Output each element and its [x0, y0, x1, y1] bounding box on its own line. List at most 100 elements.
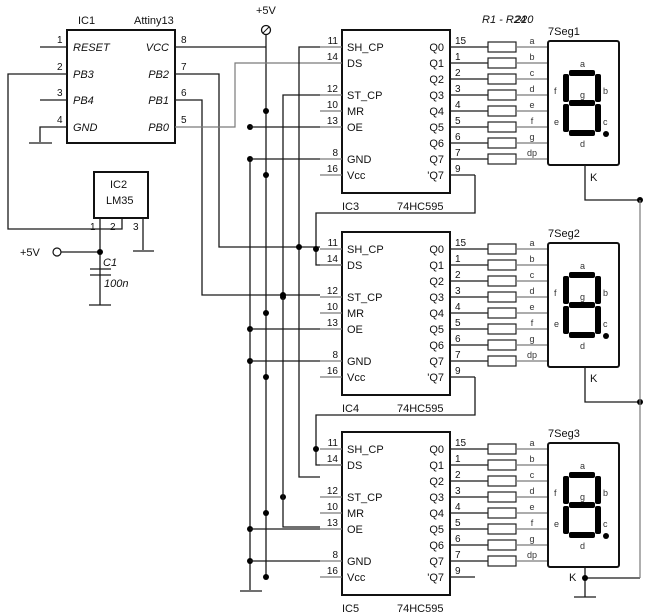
svg-text:a: a	[580, 59, 585, 69]
sr-pin-name: GND	[347, 154, 372, 166]
sr-pin-number: 9	[455, 366, 461, 377]
sr-pin-number: 13	[327, 518, 339, 529]
sr-pin-number: 2	[455, 270, 461, 281]
sr-pin-name: Q7	[429, 556, 444, 568]
resistor-value: 220	[514, 14, 534, 26]
ic1-pin-name: VCC	[146, 42, 169, 54]
sr-pin-name: MR	[347, 308, 364, 320]
sr-pin-number: 2	[455, 68, 461, 79]
sr-pin-name: OE	[347, 324, 363, 336]
sr-pin-name: MR	[347, 106, 364, 118]
ic1-pin-number: 1	[57, 35, 63, 46]
svg-text:c: c	[603, 117, 608, 127]
sr-pin-name: Q2	[429, 276, 444, 288]
svg-text:c: c	[603, 519, 608, 529]
sr-pin-number: 4	[455, 100, 461, 111]
sr-pin-name: GND	[347, 356, 372, 368]
svg-text:g: g	[580, 292, 585, 302]
resistor-icon	[487, 89, 517, 101]
svg-text:g: g	[580, 90, 585, 100]
segment-line-label: d	[529, 84, 534, 94]
sr-pin-number: 10	[327, 502, 339, 513]
sr-pin-name: DS	[347, 260, 362, 272]
resistor-icon	[487, 339, 517, 351]
resistor-icon	[487, 523, 517, 535]
sr-pin-number: 8	[332, 550, 338, 561]
sr-pin-name: Q0	[429, 42, 444, 54]
svg-text:b: b	[603, 86, 608, 96]
resistor-icon	[487, 137, 517, 149]
sr-pin-number: 11	[328, 238, 339, 249]
resistor-icon	[487, 275, 517, 287]
ic1-pin-number: 2	[57, 62, 63, 73]
sr-pin-name: Q5	[429, 524, 444, 536]
ic1-pin-number: 8	[181, 35, 187, 46]
sr-pin-name: Q1	[429, 58, 444, 70]
sr-pin-name: 'Q7	[427, 372, 444, 384]
ic1-pin-name: PB2	[148, 69, 169, 81]
resistor-icon	[487, 355, 517, 367]
resistor-icon	[487, 507, 517, 519]
svg-text:b: b	[603, 488, 608, 498]
k-label-2: K	[590, 373, 598, 385]
segment-line-label: a	[529, 36, 534, 46]
segment-line-label: g	[529, 334, 534, 344]
resistor-icon	[487, 323, 517, 335]
sr-pin-number: 4	[455, 502, 461, 513]
sr-part: 74HC595	[397, 403, 443, 415]
decimal-point-icon	[603, 333, 609, 339]
sr-pin-number: 16	[327, 164, 339, 175]
sr-pin-name: Q2	[429, 476, 444, 488]
resistor-icon	[487, 105, 517, 117]
display-ref: 7Seg3	[548, 428, 580, 440]
sr-pin-name: Q7	[429, 356, 444, 368]
seven-seg-display-1: abcdefgdp7Seg1af bge cd	[487, 26, 643, 203]
segment-line-label: b	[529, 52, 534, 62]
ic1-pin-number: 5	[181, 115, 187, 126]
segment-line-label: e	[529, 502, 534, 512]
sr-pin-number: 15	[455, 438, 467, 449]
ic2-ref: IC2	[110, 179, 127, 191]
svg-text:d: d	[580, 139, 585, 149]
sr-pin-number: 14	[327, 254, 339, 265]
c1-supply-label: +5V	[20, 247, 41, 259]
segment-line-label: e	[529, 302, 534, 312]
sr-ref: IC3	[342, 201, 359, 213]
sr-pin-number: 12	[327, 84, 339, 95]
display-ref: 7Seg2	[548, 228, 580, 240]
resistor-icon	[487, 491, 517, 503]
resistor-icon	[487, 443, 517, 455]
sr-pin-number: 6	[455, 132, 461, 143]
resistor-icon	[487, 555, 517, 567]
sr-pin-number: 11	[328, 36, 339, 47]
sr-pin-number: 4	[455, 302, 461, 313]
sr-pin-name: Q4	[429, 106, 444, 118]
sr-pin-name: Q6	[429, 540, 444, 552]
resistor-icon	[487, 243, 517, 255]
segment-line-label: d	[529, 486, 534, 496]
ic1-pin-name: GND	[73, 122, 98, 134]
sr-pin-number: 6	[455, 534, 461, 545]
sr-pin-number: 1	[455, 454, 461, 465]
svg-text:d: d	[580, 541, 585, 551]
segment-line-label: f	[531, 116, 534, 126]
sr-ref: IC4	[342, 403, 359, 415]
svg-text:b: b	[603, 288, 608, 298]
ic1-pin-number: 6	[181, 88, 187, 99]
sr-pin-number: 12	[327, 486, 339, 497]
sr-pin-number: 10	[327, 302, 339, 313]
ic1-part: Attiny13	[134, 15, 174, 27]
resistor-icon	[487, 153, 517, 165]
segment-line-label: f	[531, 518, 534, 528]
ic1-pin-name: PB0	[148, 122, 170, 134]
segment-line-label: c	[530, 270, 535, 280]
ic2-pin-1: 1	[90, 222, 96, 233]
sr-pin-number: 7	[455, 148, 461, 159]
sr-pin-number: 13	[327, 318, 339, 329]
svg-text:d: d	[580, 341, 585, 351]
sr-pin-number: 15	[455, 36, 467, 47]
sr-pin-name: Q3	[429, 292, 444, 304]
sr-pin-name: OE	[347, 524, 363, 536]
sr-pin-name: OE	[347, 122, 363, 134]
sr-pin-name: DS	[347, 58, 362, 70]
